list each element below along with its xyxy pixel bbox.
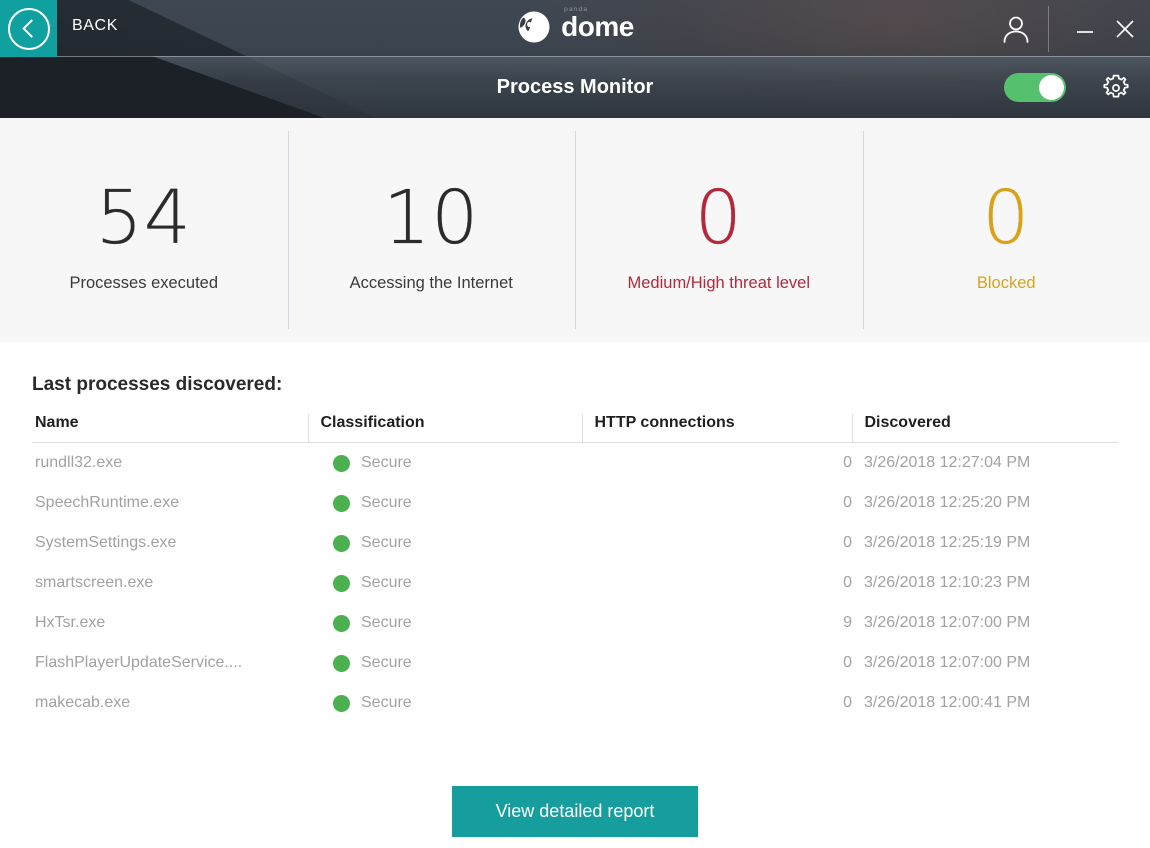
cell-process-name: HxTsr.exe [35,614,106,631]
stat-medium-high-threat-level: 0 Medium/High threat level [575,118,863,342]
cell-discovered: 3/26/2018 12:25:20 PM [864,494,1031,511]
footer-actions: View detailed report [0,786,1150,837]
cell-http-connections: 0 [843,574,852,591]
table-row[interactable]: makecab.exe Secure 0 3/26/2018 12:00:41 … [32,683,1118,723]
column-header-http-connections[interactable]: HTTP connections [581,414,852,443]
stat-value: 0 [982,174,1031,261]
cell-discovered: 3/26/2018 12:00:41 PM [864,694,1031,711]
stat-value: 54 [95,174,192,261]
close-button[interactable] [1109,13,1141,45]
classification-label: Secure [361,654,412,671]
stat-label: Accessing the Internet [349,273,513,292]
cell-classification: Secure [308,683,582,723]
column-header-name[interactable]: Name [32,414,308,443]
cell-http-connections: 0 [843,454,852,471]
table-row[interactable]: SystemSettings.exe Secure 0 3/26/2018 12… [32,523,1118,563]
user-account-icon[interactable] [999,12,1033,46]
section-title: Last processes discovered: [32,374,283,395]
column-header-classification[interactable]: Classification [307,414,582,443]
classification-label: Secure [361,454,412,471]
page-title-bar: Process Monitor [0,57,1150,118]
cell-http-connections: 0 [843,694,852,711]
process-table: Name Classification HTTP connections Dis… [32,414,1118,723]
classification-label: Secure [361,574,412,591]
classification-label: Secure [361,494,412,511]
process-list-section: Last processes discovered: Name Classifi… [0,342,1150,723]
brand-text: panda dome [561,6,634,45]
cell-http-connections: 0 [843,654,852,671]
panda-dome-logo-icon [516,9,552,45]
table-row[interactable]: SpeechRuntime.exe Secure 0 3/26/2018 12:… [32,483,1118,523]
cell-classification: Secure [308,443,582,484]
minimize-button[interactable] [1069,13,1101,45]
stat-value: 10 [383,174,480,261]
cell-classification: Secure [308,523,582,563]
back-button-label[interactable]: BACK [72,17,118,35]
column-header-discovered[interactable]: Discovered [851,414,1118,443]
status-dot-secure-icon [333,534,350,552]
cell-classification: Secure [308,483,582,523]
stat-label: Blocked [976,273,1036,292]
titlebar-divider [1048,6,1049,52]
cell-process-name: rundll32.exe [35,454,123,471]
cell-http-connections: 0 [843,534,852,551]
title-bar: BACK panda dome [0,0,1150,57]
cell-classification: Secure [308,643,582,683]
cell-discovered: 3/26/2018 12:07:00 PM [864,614,1031,631]
stat-processes-executed: 54 Processes executed [0,118,288,342]
stat-accessing-internet: 10 Accessing the Internet [287,118,576,342]
app-header: BACK panda dome Process Monitor [0,0,1150,118]
view-detailed-report-button[interactable]: View detailed report [451,786,699,837]
classification-label: Secure [361,534,412,551]
cell-process-name: makecab.exe [35,694,131,711]
stat-blocked: 0 Blocked [862,118,1150,342]
cell-process-name: FlashPlayerUpdateService.... [35,654,243,671]
process-table-body: rundll32.exe Secure 0 3/26/2018 12:27:04… [32,443,1118,724]
cell-discovered: 3/26/2018 12:10:23 PM [864,574,1031,591]
stat-label: Medium/High threat level [627,273,811,292]
cell-http-connections: 9 [843,614,852,631]
status-dot-secure-icon [333,574,350,592]
cell-discovered: 3/26/2018 12:07:00 PM [864,654,1031,671]
brand-name: dome [561,11,634,42]
status-dot-secure-icon [333,454,350,472]
toggle-knob [1039,75,1064,100]
process-monitor-window: BACK panda dome Process Monitor 54 Proce… [0,0,1150,848]
status-dot-secure-icon [333,694,350,712]
brand-logo: panda dome [0,6,1150,45]
classification-label: Secure [361,694,412,711]
stat-value: 0 [694,174,743,261]
brand-superscript: panda [564,6,589,13]
status-dot-secure-icon [333,654,350,672]
classification-label: Secure [361,614,412,631]
stats-summary-panel: 54 Processes executed 10 Accessing the I… [0,118,1150,342]
cell-classification: Secure [308,603,582,643]
table-row[interactable]: smartscreen.exe Secure 0 3/26/2018 12:10… [32,563,1118,603]
status-dot-secure-icon [333,614,350,632]
cell-discovered: 3/26/2018 12:25:19 PM [864,534,1031,551]
back-button[interactable] [0,0,57,57]
table-row[interactable]: rundll32.exe Secure 0 3/26/2018 12:27:04… [32,443,1118,484]
gear-icon[interactable] [1098,70,1134,106]
table-row[interactable]: FlashPlayerUpdateService.... Secure 0 3/… [32,643,1118,683]
status-dot-secure-icon [333,494,350,512]
process-monitor-toggle[interactable] [1004,73,1066,102]
table-header-row: Name Classification HTTP connections Dis… [32,414,1118,443]
stat-label: Processes executed [69,273,219,292]
cell-classification: Secure [308,563,582,603]
cell-process-name: SystemSettings.exe [35,534,177,551]
page-title: Process Monitor [496,76,654,98]
cell-discovered: 3/26/2018 12:27:04 PM [864,454,1031,471]
cell-http-connections: 0 [843,494,852,511]
cell-process-name: smartscreen.exe [35,574,154,591]
chevron-left-icon [7,7,50,50]
table-row[interactable]: HxTsr.exe Secure 9 3/26/2018 12:07:00 PM [32,603,1118,643]
cell-process-name: SpeechRuntime.exe [35,494,180,511]
